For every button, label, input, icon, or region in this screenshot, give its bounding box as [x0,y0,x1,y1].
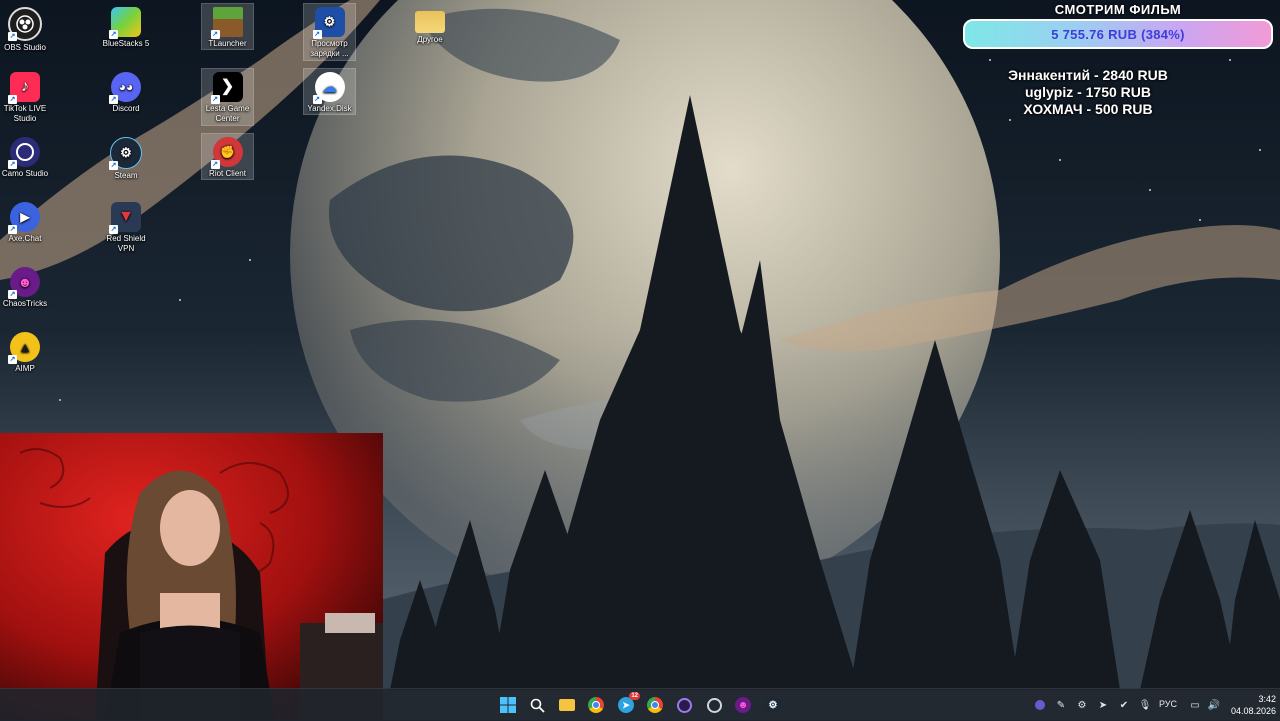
desktop-icon-label: Red Shield VPN [106,234,146,253]
donor-list: Эннакентий - 2840 RUB uglypiz - 1750 RUB… [963,67,1213,118]
tlauncher-icon: ↗ [210,7,243,39]
bluestacks-icon: ↗ [109,7,141,39]
desktop-icon-steam[interactable]: ⚙ ↗ Steam [99,134,153,181]
desktop-icon-chaostricks[interactable]: ☻ ↗ ChaosTricks [0,264,52,309]
desktop-icon-label: Просмотр зарядки ... [310,39,349,58]
telegram-button[interactable]: ➤ 12 [615,692,640,716]
desktop-icon-label: OBS Studio [4,43,46,52]
desktop-icon-label: TLauncher [208,39,247,48]
desktop-icon-tiktok-live-studio[interactable]: ♪ ↗ TikTok LIVE Studio [0,69,52,124]
windows-start-button[interactable] [497,694,519,716]
desktop-icon-aimp[interactable]: ▲ ↗ AIMP [0,329,52,374]
chaostricks-icon: ☻ [735,697,751,713]
tray-obs-icon[interactable] [1033,698,1047,712]
steam-helper-button[interactable] [703,694,725,716]
desktop-icon-lesta-game-center[interactable]: ❯ ↗ Lesta Game Center [201,68,254,126]
tray-network-icon[interactable]: ▭ [1188,698,1202,712]
desktop-icon-label: Yandex.Disk [307,104,352,113]
steam-icon: ⚙ ↗ [109,137,142,170]
search-icon [530,698,545,713]
folder-icon [559,699,575,711]
taskbar: ➤ 12 ☻ ⚙ ✎ ⚙ ➤ ✔ 🎙 РУС ▭ 🔊 [0,688,1280,721]
desktop-icon-prosmotr-zaryadki[interactable]: ⚙ ↗ Просмотр зарядки ... [303,3,356,61]
steam-icon: ⚙ [765,697,781,713]
discord-icon: ◕◕ ↗ [109,72,141,104]
folder-icon [415,11,445,33]
aimp-icon: ▲ ↗ [8,332,40,364]
desktop-icon-label: BlueStacks 5 [102,39,150,48]
chrome-icon [588,697,604,713]
obs-icon [676,697,692,713]
tray-feather-icon[interactable]: ✎ [1054,698,1068,712]
donation-goal-title: СМОТРИМ ФИЛЬМ [1054,2,1182,17]
lesta-icon: ❯ ↗ [210,72,243,104]
file-explorer-button[interactable] [556,694,578,716]
chaostricks-taskbar-button[interactable]: ☻ [732,694,754,716]
tray-telegram-icon[interactable]: ➤ [1096,698,1110,712]
desktop-icon-label: Riot Client [209,169,246,178]
donation-progress-bar: 5 755.76 RUB (384%) [963,19,1273,49]
tiktok-icon: ♪ ↗ [8,72,40,104]
gauge-icon [706,697,722,713]
desktop-icon-label: Lesta Game Center [205,104,250,123]
camo-icon: ↗ [8,137,40,169]
windows-logo-icon [500,697,516,713]
tray-shield-icon[interactable]: ✔ [1117,698,1131,712]
desktop-icon-label: Axe.Chat [8,234,42,243]
desktop-icon-red-shield-vpn[interactable]: ▼ ↗ Red Shield VPN [99,199,153,254]
desktop-icon-label: AIMP [15,364,35,373]
desktop-icon-tlauncher[interactable]: ↗ TLauncher [201,3,254,50]
donor-entry: ХОХМАЧ - 500 RUB [1023,101,1153,117]
desktop-icon-label: Steam [114,171,138,180]
clock-date[interactable]: 04.08.2026 [1222,706,1276,716]
yandex-disk-icon: ☁ ↗ [312,72,345,104]
desktop-icon-obs-studio[interactable]: ↗ OBS Studio [0,4,52,53]
obs-taskbar-button[interactable] [673,694,695,716]
desktop-icon-label: ChaosTricks [2,299,48,308]
input-language-indicator[interactable]: РУС [1159,699,1177,709]
desktop-icon-riot-client[interactable]: ✊ ↗ Riot Client [201,133,254,180]
chaostricks-icon: ☻ ↗ [8,267,40,299]
tray-volume-icon[interactable]: 🔊 [1207,698,1221,712]
chrome-icon [647,697,663,713]
clock-time[interactable]: 3:42 [1222,694,1276,704]
desktop-icon-label: TikTok LIVE Studio [3,104,47,123]
desktop-icon-yandex-disk[interactable]: ☁ ↗ Yandex.Disk [303,68,356,115]
donation-amount: 5 755.76 RUB (384%) [1051,26,1185,42]
notification-badge: 12 [629,692,640,700]
chrome-profile-button[interactable] [644,694,666,716]
search-button[interactable] [526,694,548,716]
chrome-button[interactable] [585,694,607,716]
desktop-icon-axe-chat[interactable]: ▶ ↗ Axe.Chat [0,199,52,244]
desktop-icon-drugoe-folder[interactable]: Другое [403,4,457,45]
axe-chat-icon: ▶ ↗ [8,202,40,234]
desktop-icon-camo-studio[interactable]: ↗ Camo Studio [0,134,52,179]
donor-entry: uglypiz - 1750 RUB [1024,84,1152,100]
obs-studio-icon: ↗ [8,7,42,41]
tray-steam-icon[interactable]: ⚙ [1075,698,1089,712]
riot-icon: ✊ ↗ [210,137,243,169]
desktop-icon-label: Discord [112,104,140,113]
steam-taskbar-button[interactable]: ⚙ [762,694,784,716]
desktop-icon-discord[interactable]: ◕◕ ↗ Discord [99,69,153,114]
donor-entry: Эннакентий - 2840 RUB [1008,67,1168,83]
gamepad-settings-icon: ⚙ ↗ [312,7,345,39]
desktop-icon-label: Camo Studio [1,169,49,178]
tray-microphone-icon[interactable]: 🎙 [1138,698,1152,712]
red-shield-icon: ▼ ↗ [109,202,141,234]
desktop-icon-label: Другое [417,35,443,44]
webcam-overlay [0,433,383,720]
desktop-icon-bluestacks[interactable]: ↗ BlueStacks 5 [99,4,153,49]
